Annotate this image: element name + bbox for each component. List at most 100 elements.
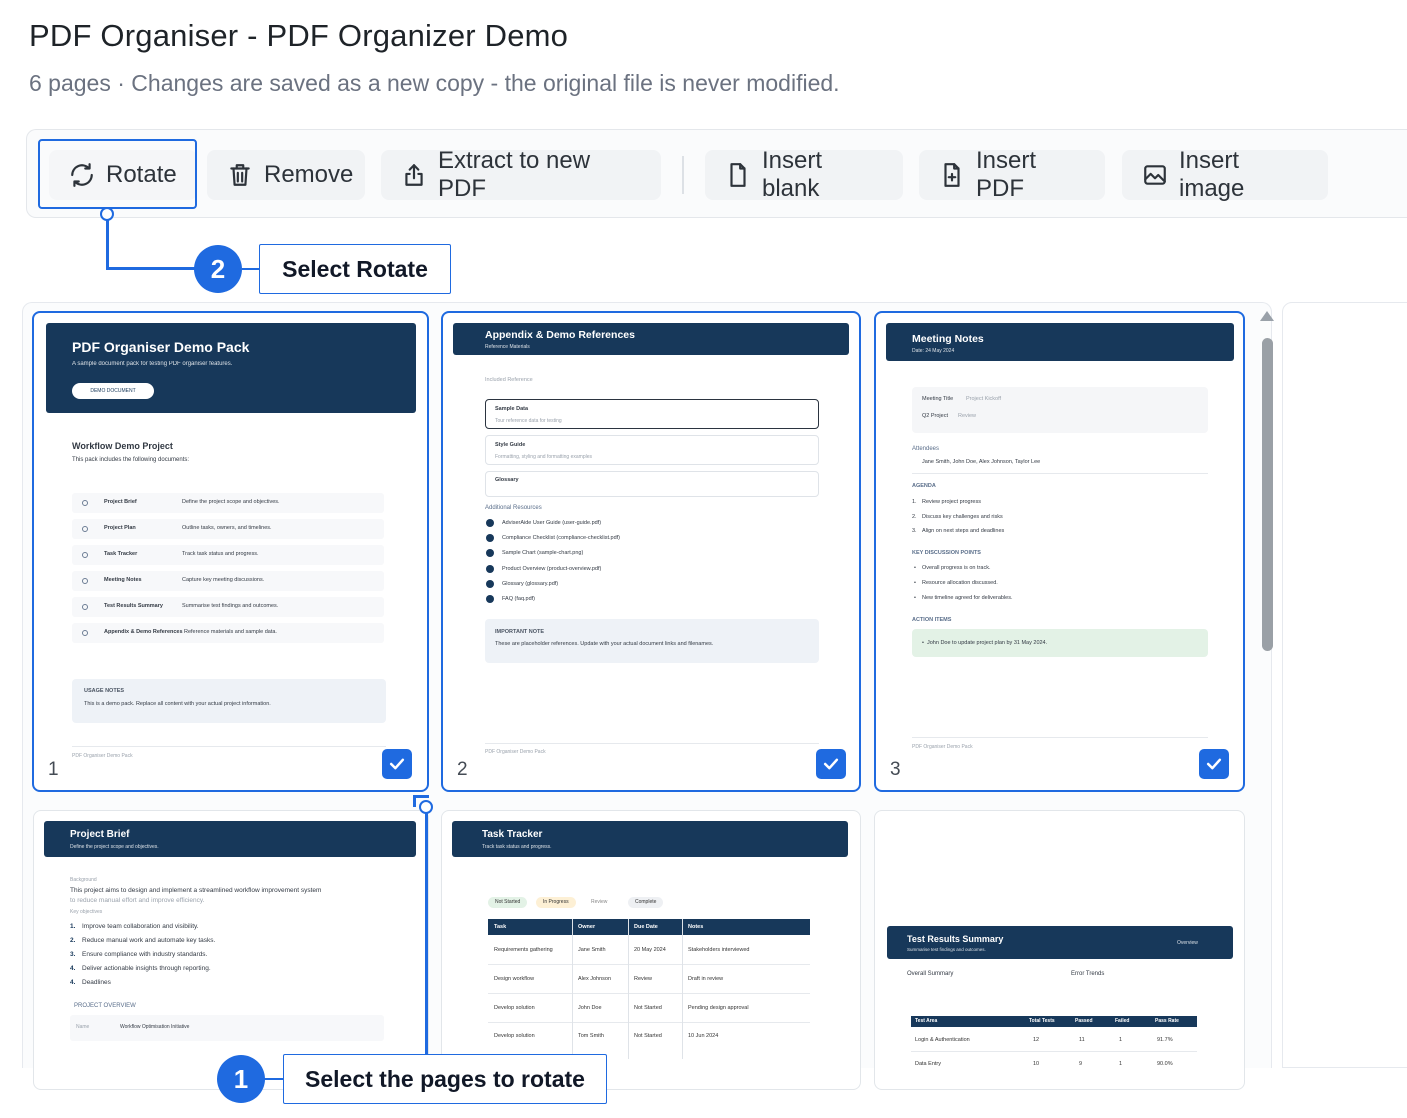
table-row-divider	[911, 1051, 1197, 1052]
objective-item: Deliver actionable insights through repo…	[82, 965, 211, 972]
callout-1-line	[425, 813, 428, 1055]
table-cell: Stakeholders interviewed	[688, 947, 750, 953]
page-subtitle: 6 pages · Changes are saved as a new cop…	[29, 70, 840, 96]
extract-button[interactable]: Extract to new PDF	[381, 147, 661, 202]
callout-1-connector	[264, 1078, 284, 1080]
remove-button[interactable]: Remove	[207, 150, 365, 200]
thumb-header: Task Tracker Track task status and progr…	[452, 821, 848, 857]
actions-label: ACTION ITEMS	[912, 617, 952, 623]
footer-divider	[72, 746, 386, 747]
overview-label: PROJECT OVERVIEW	[74, 1003, 136, 1009]
resource-item: Compliance Checklist (compliance-checkli…	[502, 535, 620, 541]
table-cell: 9	[1079, 1061, 1083, 1067]
table-row-divider	[488, 993, 810, 994]
table-cell: Data Entry	[915, 1061, 941, 1067]
toolbar: Rotate Remove Extract to new PDF Insert …	[26, 129, 1407, 218]
project-label: Q2 Project	[922, 413, 948, 419]
table-row-divider	[488, 964, 810, 965]
status-chip: In Progress	[536, 897, 576, 908]
insert-pdf-button[interactable]: Insert PDF	[919, 147, 1105, 202]
page-number: 1	[48, 759, 59, 780]
blank-page-icon	[730, 163, 746, 187]
scrollbar-thumb[interactable]	[1262, 338, 1273, 651]
bullet-icon	[82, 604, 88, 610]
page-thumbnail-4: Project Brief Define the project scope a…	[44, 819, 418, 1089]
usage-notes-text: This is a demo pack. Replace all content…	[84, 701, 271, 707]
table-cell: Pending design approval	[688, 1005, 749, 1011]
intro-label: Background	[70, 877, 97, 883]
insert-blank-button[interactable]: Insert blank	[705, 147, 903, 202]
field-box	[485, 471, 819, 497]
resource-item: Glossary (glossary.pdf)	[502, 581, 559, 587]
check-bullet-icon	[486, 595, 494, 603]
page-card-3[interactable]: Meeting Notes Date: 24 May 2024 Meeting …	[874, 311, 1245, 792]
kdp-label: KEY DISCUSSION POINTS	[912, 550, 981, 556]
table-cell: John Doe	[578, 1005, 602, 1011]
table-cell: 12	[1033, 1037, 1040, 1043]
action-item: John Doe to update project plan by 31 Ma…	[926, 640, 1048, 646]
insert-image-label: Insert image	[1179, 147, 1245, 202]
column-header: Due Date	[634, 924, 658, 930]
objective-item: Ensure compliance with industry standard…	[82, 951, 208, 958]
callout-2-line-h	[106, 267, 196, 270]
thumb-subtitle: Track task status and progress.	[482, 844, 552, 850]
table-cell: Review	[634, 976, 653, 982]
page-thumbnail-3: Meeting Notes Date: 24 May 2024 Meeting …	[886, 321, 1236, 761]
thumb-title: Meeting Notes	[912, 333, 984, 345]
list-item-name: Appendix & Demo References	[104, 629, 183, 635]
agenda-item: Review project progress	[922, 499, 981, 505]
insert-image-button[interactable]: Insert image	[1122, 147, 1328, 202]
field-desc: Formatting, styling and formatting examp…	[495, 454, 592, 460]
column-header: Total Tests	[1029, 1018, 1055, 1024]
footer-divider	[912, 737, 1208, 738]
thumb-intro: Included Reference	[485, 377, 533, 383]
page-card-1[interactable]: PDF Organiser Demo Pack A sample documen…	[32, 311, 429, 792]
callout-2-label: Select Rotate	[259, 244, 451, 294]
pdf-organiser-page: PDF Organiser - PDF Organizer Demo 6 pag…	[0, 0, 1407, 1118]
resource-item: Sample Chart (sample-chart.png)	[502, 550, 584, 556]
name-value: Workflow Optimisation Initiative	[120, 1024, 190, 1030]
objective-item: Improve team collaboration and visibilit…	[82, 923, 199, 930]
page-checkbox-2[interactable]	[816, 749, 846, 779]
page-checkbox-3[interactable]	[1199, 749, 1229, 779]
objective-item: Deadlines	[82, 979, 111, 986]
table-cell: Draft in review	[688, 976, 724, 982]
table-cell: Tom Smith	[578, 1033, 604, 1039]
field-label: Style Guide	[495, 442, 526, 448]
bullet-icon	[82, 500, 88, 506]
project-value: Review	[958, 413, 977, 419]
thumb-title: PDF Organiser Demo Pack	[72, 339, 250, 355]
thumb-header: Test Results Summary Summarise test find…	[887, 926, 1233, 959]
thumb-footer: PDF Organiser Demo Pack	[72, 753, 133, 759]
table-cell: 1	[1119, 1037, 1123, 1043]
table-cell: 10 Jun 2024	[688, 1033, 719, 1039]
page-checkbox-1[interactable]	[382, 749, 412, 779]
bullet-icon	[82, 526, 88, 532]
resource-item: AdviserAide User Guide (user-guide.pdf)	[502, 520, 602, 526]
usage-notes-title: USAGE NOTES	[84, 688, 125, 694]
column-header: Notes	[688, 924, 704, 930]
remove-label: Remove	[264, 161, 354, 188]
status-chip: Review	[584, 897, 615, 908]
callout-1-anchor	[419, 800, 433, 814]
add-page-icon	[944, 163, 960, 187]
page-card-6[interactable]: Test Results Summary Summarise test find…	[874, 810, 1245, 1090]
thumb-section-title: Workflow Demo Project	[72, 441, 173, 451]
agenda-item: Discuss key challenges and risks	[922, 514, 1003, 520]
column-header: Test Area	[915, 1018, 938, 1024]
page-number: 2	[457, 759, 468, 780]
page-card-2[interactable]: Appendix & Demo References Reference Mat…	[441, 311, 861, 792]
trash-icon	[230, 164, 250, 186]
check-bullet-icon	[486, 580, 494, 588]
thumb-badge: Overview	[1177, 940, 1198, 946]
page-card-4[interactable]: Project Brief Define the project scope a…	[33, 810, 429, 1090]
errors-label: Error Trends	[1071, 971, 1105, 977]
note-title: IMPORTANT NOTE	[495, 629, 545, 635]
intro-text-2: to reduce manual effort and improve effi…	[70, 897, 205, 904]
page-card-5[interactable]: Task Tracker Track task status and progr…	[441, 810, 861, 1090]
callout-1-number: 1	[217, 1055, 265, 1103]
list-item-name: Task Tracker	[104, 551, 138, 557]
check-bullet-icon	[486, 565, 494, 573]
scroll-up-arrow-icon[interactable]	[1260, 311, 1274, 321]
status-chip: Complete	[628, 897, 664, 908]
